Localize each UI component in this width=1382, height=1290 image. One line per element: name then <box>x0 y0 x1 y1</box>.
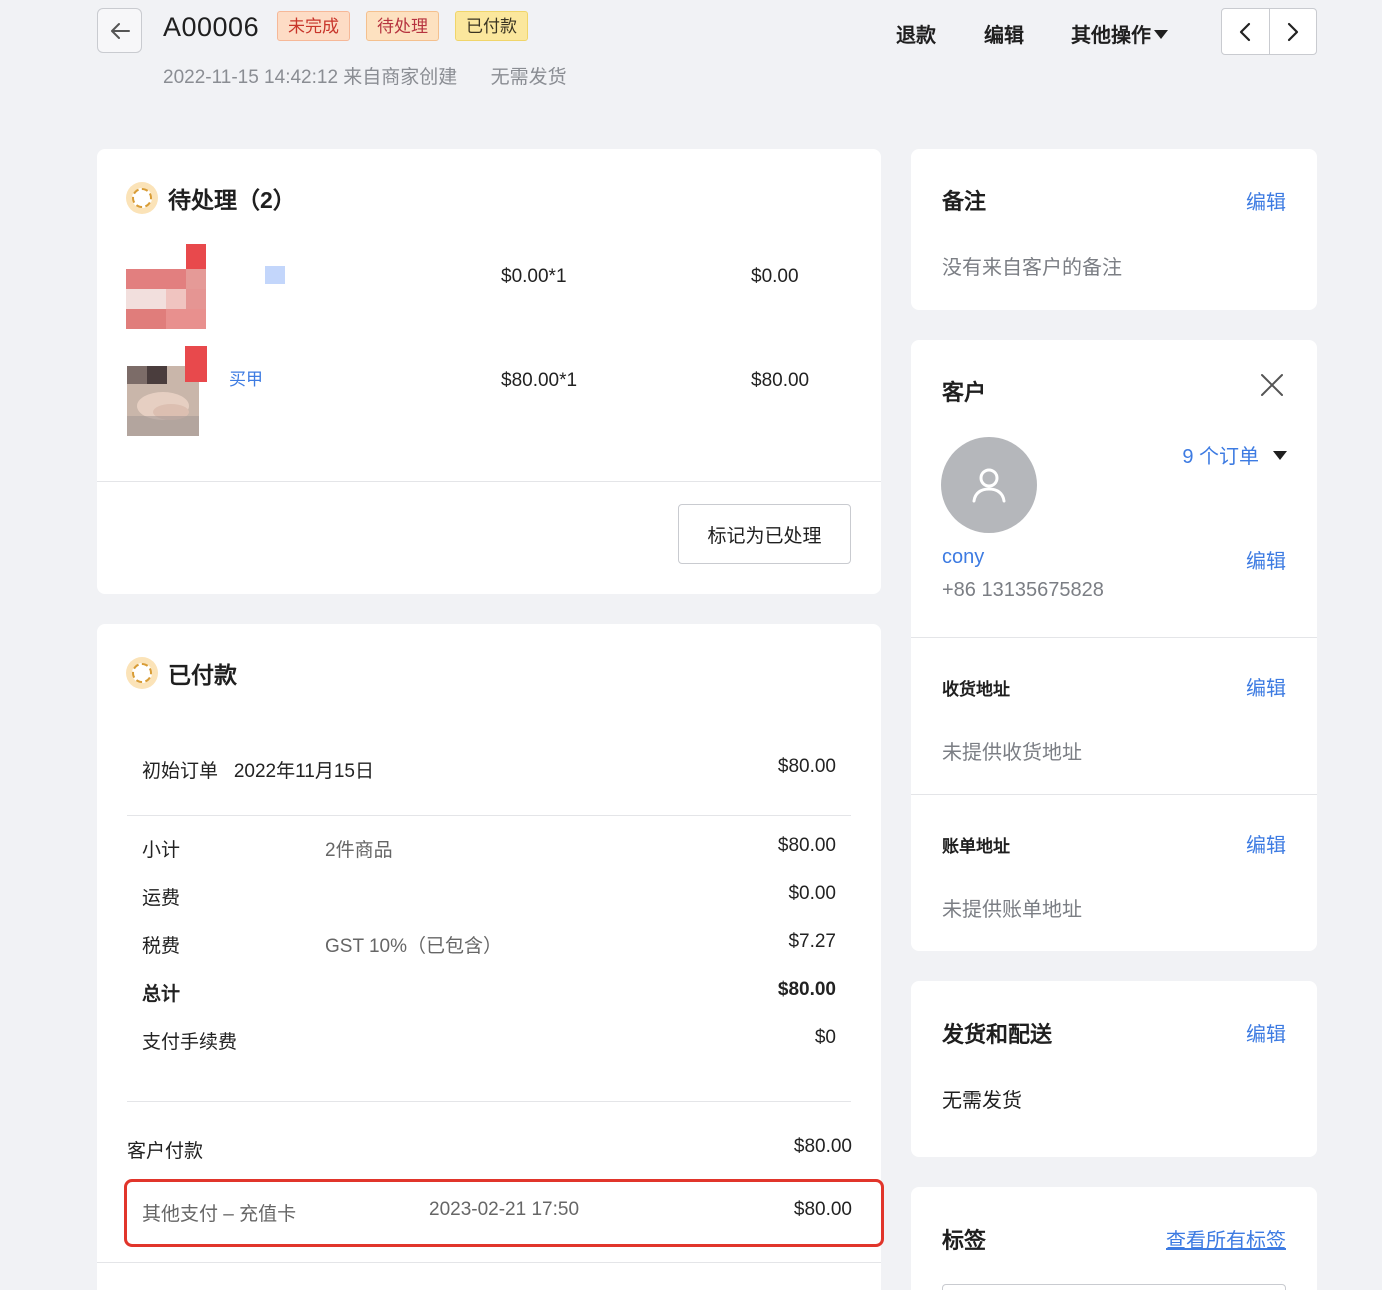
delivery-card: 发货和配送 编辑 无需发货 <box>911 981 1317 1157</box>
line-item: $0.00*1 $0.00 <box>97 244 881 334</box>
pending-status-icon <box>126 182 158 214</box>
view-all-tags-link[interactable]: 查看所有标签 <box>1166 1224 1286 1253</box>
subtotal-desc: 2件商品 <box>325 840 393 861</box>
payment-amount: $80.00 <box>793 1199 852 1220</box>
divider <box>97 1262 881 1263</box>
divider <box>97 481 881 482</box>
divider <box>127 815 851 816</box>
shipping-address-text: 未提供收货地址 <box>942 742 1082 764</box>
billing-address-text: 未提供账单地址 <box>942 899 1082 921</box>
payment-method: 其他支付 – 充值卡 <box>142 1204 297 1225</box>
paid-header: 已付款 <box>126 656 237 690</box>
customer-phone: +86 13135675828 <box>942 579 1104 601</box>
chevron-left-icon <box>1240 22 1251 41</box>
status-badge-pending: 待处理 <box>366 11 439 41</box>
close-icon[interactable] <box>1259 372 1285 398</box>
payment-fee-amount: $0 <box>814 1027 836 1048</box>
tags-title: 标签 <box>942 1228 987 1253</box>
subtotal-amount: $80.00 <box>777 835 836 856</box>
divider <box>911 794 1317 795</box>
payment-fee-label: 支付手续费 <box>142 1032 238 1053</box>
paid-card: 已付款 初始订单 2022年11月15日 $80.00 小计 2件商品 $80.… <box>97 624 884 1290</box>
delivery-title: 发货和配送 <box>942 1022 1053 1047</box>
divider <box>127 1101 851 1102</box>
total-amount: $80.00 <box>777 979 836 1000</box>
item-unit-price: $0.00*1 <box>501 266 567 287</box>
user-icon <box>972 468 1006 503</box>
notes-title: 备注 <box>942 189 987 214</box>
divider <box>911 637 1317 638</box>
tax-amount: $7.27 <box>788 931 836 952</box>
original-order-date: 2022年11月15日 <box>233 761 374 782</box>
prev-order-button[interactable] <box>1222 9 1270 54</box>
item-name-link[interactable]: 买甲 <box>229 365 263 390</box>
edit-button[interactable]: 编辑 <box>984 19 1024 48</box>
paid-title: 已付款 <box>168 662 237 688</box>
notes-edit-link[interactable]: 编辑 <box>1246 186 1286 215</box>
notes-text: 没有来自客户的备注 <box>942 257 1122 279</box>
subtotal-label: 小计 <box>142 840 181 861</box>
tags-input[interactable] <box>942 1284 1286 1290</box>
item-total: $0.00 <box>751 266 799 287</box>
customer-paid-label: 客户付款 <box>127 1141 204 1162</box>
original-order-text: 初始订单 <box>142 761 219 782</box>
arrow-left-icon <box>110 22 130 39</box>
caret-down-icon <box>1154 30 1168 39</box>
tax-desc: GST 10%（已包含） <box>325 936 503 957</box>
customer-card: 客户 9 个订单 cony 编辑 +86 13135675828 收货地址 编辑… <box>911 340 1317 951</box>
line-item: 买甲 $80.00*1 $80.00 <box>97 346 881 436</box>
back-button[interactable] <box>97 8 142 53</box>
item-unit-price: $80.00*1 <box>501 370 578 391</box>
shipping-status: 无需发货 <box>490 67 567 88</box>
next-order-button[interactable] <box>1270 9 1317 54</box>
customer-name-link[interactable]: cony <box>942 546 984 569</box>
original-order-label: 初始订单 2022年11月15日 <box>142 756 374 783</box>
created-info: 2022-11-15 14:42:12 来自商家创建 <box>163 67 458 88</box>
refund-button[interactable]: 退款 <box>896 19 936 48</box>
avatar <box>941 437 1037 533</box>
product-image <box>126 244 236 334</box>
customer-edit-link[interactable]: 编辑 <box>1246 545 1286 574</box>
caret-down-icon <box>1273 451 1287 460</box>
payment-time: 2023-02-21 17:50 <box>429 1199 580 1220</box>
total-label: 总计 <box>142 984 181 1005</box>
mark-processed-button[interactable]: 标记为已处理 <box>678 504 851 564</box>
order-pager <box>1221 8 1317 55</box>
placeholder-swatch <box>265 266 285 284</box>
order-meta: 2022-11-15 14:42:12 来自商家创建 无需发货 <box>163 62 595 89</box>
customer-orders-label: 9 个订单 <box>1182 446 1259 468</box>
order-id: A00006 <box>163 12 260 42</box>
customer-title: 客户 <box>942 380 987 405</box>
pending-header: 待处理（2） <box>126 181 296 215</box>
chevron-right-icon <box>1287 22 1298 41</box>
customer-orders-dropdown[interactable]: 9 个订单 <box>1182 440 1287 469</box>
shipping-label: 运费 <box>142 888 181 909</box>
product-image <box>127 346 207 436</box>
delivery-text: 无需发货 <box>942 1090 1022 1112</box>
status-badge-paid: 已付款 <box>455 11 528 41</box>
status-badge-unfulfilled: 未完成 <box>277 11 350 41</box>
pending-title: 待处理（2） <box>168 187 296 213</box>
customer-paid-amount: $80.00 <box>793 1136 852 1157</box>
shipping-address-edit-link[interactable]: 编辑 <box>1246 672 1286 701</box>
pending-card: 待处理（2） $0.00*1 $0.00 买甲 $80.00*1 $80.00 … <box>97 149 881 594</box>
notes-card: 备注 编辑 没有来自客户的备注 <box>911 149 1317 310</box>
more-actions-button[interactable]: 其他操作 <box>1071 19 1168 48</box>
original-order-amount: $80.00 <box>777 756 836 777</box>
more-actions-label: 其他操作 <box>1071 25 1151 47</box>
billing-address-edit-link[interactable]: 编辑 <box>1246 829 1286 858</box>
item-total: $80.00 <box>751 370 810 391</box>
billing-address-title: 账单地址 <box>942 837 1010 856</box>
paid-status-icon <box>126 657 158 689</box>
delivery-edit-link[interactable]: 编辑 <box>1246 1018 1286 1047</box>
shipping-address-title: 收货地址 <box>942 680 1010 699</box>
tags-card: 标签 查看所有标签 <box>911 1187 1317 1290</box>
tax-label: 税费 <box>142 936 181 957</box>
shipping-amount: $0.00 <box>788 883 836 904</box>
